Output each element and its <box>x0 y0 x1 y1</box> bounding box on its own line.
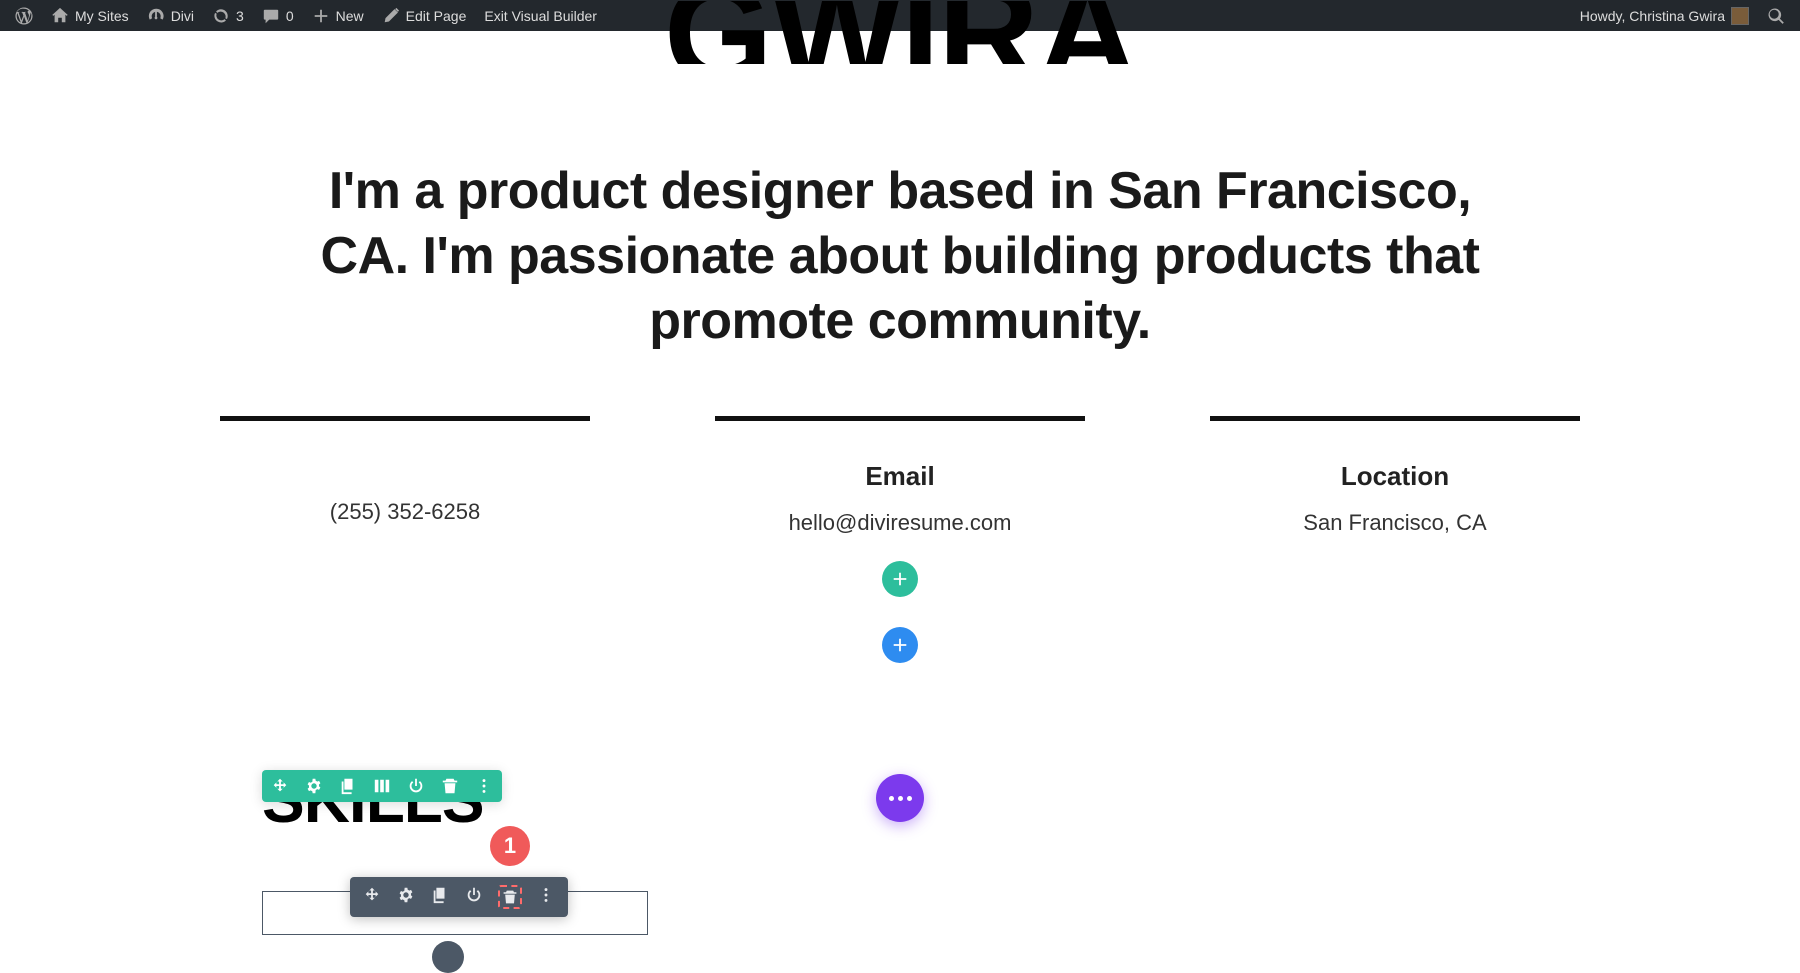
dot-icon <box>898 796 903 801</box>
row-power-button[interactable] <box>406 776 426 796</box>
dot-icon <box>907 796 912 801</box>
divider <box>220 416 590 421</box>
divider <box>715 416 1085 421</box>
exit-vb-label: Exit Visual Builder <box>484 8 597 24</box>
page-canvas: GWIRA I'm a product designer based in Sa… <box>0 1 1800 837</box>
plus-icon <box>312 7 330 25</box>
howdy-link[interactable]: Howdy, Christina Gwira <box>1571 0 1758 31</box>
add-row-button[interactable] <box>882 627 918 663</box>
update-icon <box>212 7 230 25</box>
row-toolbar <box>262 770 502 802</box>
add-module-button[interactable] <box>882 561 918 597</box>
row-move-button[interactable] <box>270 776 290 796</box>
avatar <box>1731 7 1749 25</box>
dot-icon <box>889 796 894 801</box>
module-toolbar <box>350 877 568 917</box>
edit-page-label: Edit Page <box>406 8 467 24</box>
comments-count: 0 <box>286 8 294 24</box>
row-delete-button[interactable] <box>440 776 460 796</box>
my-sites-label: My Sites <box>75 8 129 24</box>
exit-vb-link[interactable]: Exit Visual Builder <box>475 0 606 31</box>
contact-email-column[interactable]: Email hello@diviresume.com <box>683 416 1118 663</box>
divider <box>1210 416 1580 421</box>
annotation-badge: 1 <box>490 826 530 866</box>
contact-phone-column[interactable]: (255) 352-6258 <box>188 416 623 663</box>
my-sites-link[interactable]: My Sites <box>42 0 138 31</box>
phone-value[interactable]: (255) 352-6258 <box>188 499 623 525</box>
email-label[interactable]: Email <box>683 461 1118 492</box>
pencil-icon <box>382 7 400 25</box>
edit-page-link[interactable]: Edit Page <box>373 0 476 31</box>
admin-search[interactable] <box>1758 0 1794 31</box>
builder-menu-button[interactable] <box>876 774 924 822</box>
howdy-label: Howdy, Christina Gwira <box>1580 8 1725 24</box>
email-value[interactable]: hello@diviresume.com <box>683 510 1118 536</box>
module-duplicate-button[interactable] <box>430 885 450 905</box>
row-columns-button[interactable] <box>372 776 392 796</box>
comments-link[interactable]: 0 <box>253 0 303 31</box>
comment-icon <box>262 7 280 25</box>
row-duplicate-button[interactable] <box>338 776 358 796</box>
search-icon <box>1767 7 1785 25</box>
location-label[interactable]: Location <box>1178 461 1613 492</box>
contact-row: (255) 352-6258 Email hello@diviresume.co… <box>0 416 1800 663</box>
module-settings-button[interactable] <box>396 885 416 905</box>
new-link[interactable]: New <box>303 0 373 31</box>
updates-count: 3 <box>236 8 244 24</box>
module-drag-handle[interactable] <box>432 941 464 973</box>
module-delete-button[interactable] <box>498 885 522 909</box>
location-value[interactable]: San Francisco, CA <box>1178 510 1613 536</box>
row-more-button[interactable] <box>474 776 494 796</box>
contact-location-column[interactable]: Location San Francisco, CA <box>1178 416 1613 663</box>
updates-link[interactable]: 3 <box>203 0 253 31</box>
module-power-button[interactable] <box>464 885 484 905</box>
gauge-icon <box>147 7 165 25</box>
wordpress-icon <box>15 7 33 25</box>
home-icon <box>51 7 69 25</box>
new-label: New <box>336 8 364 24</box>
site-name-link[interactable]: Divi <box>138 0 203 31</box>
hero-intro[interactable]: I'm a product designer based in San Fran… <box>310 159 1490 354</box>
row-settings-button[interactable] <box>304 776 324 796</box>
site-name-label: Divi <box>171 8 194 24</box>
module-more-button[interactable] <box>536 885 556 905</box>
wp-logo[interactable] <box>6 0 42 31</box>
module-move-button[interactable] <box>362 885 382 905</box>
